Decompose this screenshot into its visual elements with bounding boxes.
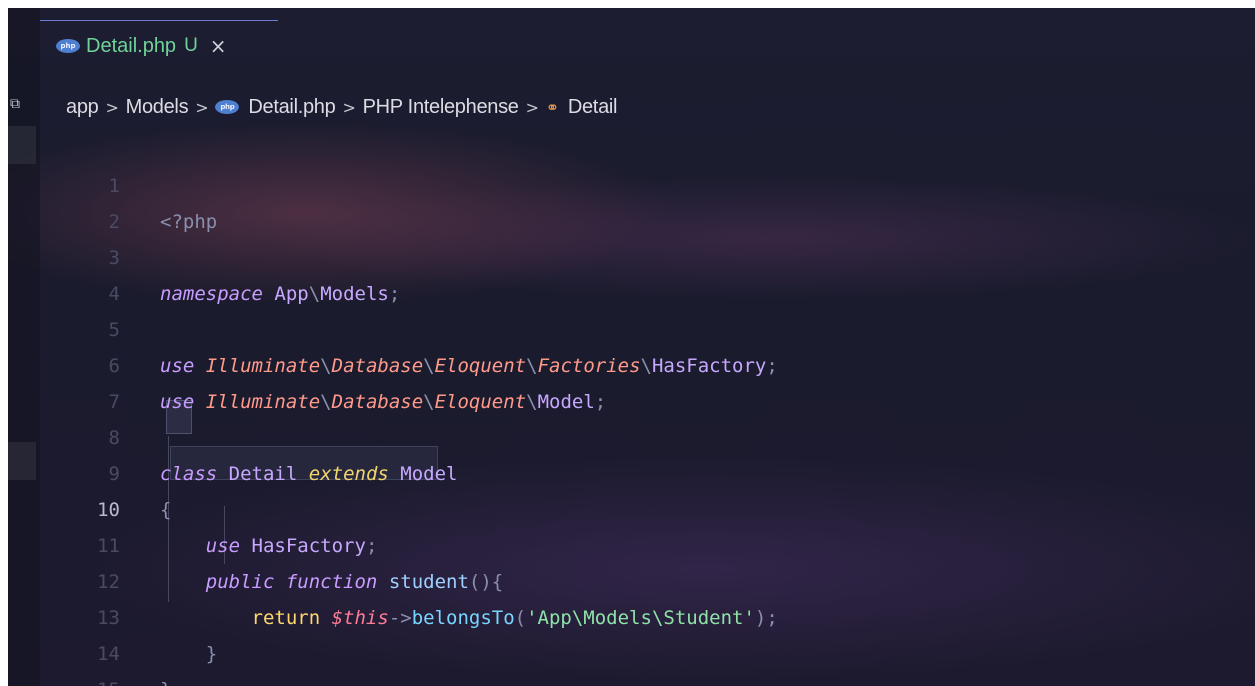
breadcrumb-item-app[interactable]: app	[66, 96, 99, 119]
close-icon[interactable]: ×	[210, 34, 227, 58]
editor-window: ⧉ php Detail.php U × app > Models > php …	[8, 8, 1255, 686]
code-line: 9 {	[40, 420, 1240, 521]
code-line-active: 10 use HasFactory;	[40, 456, 1240, 557]
tab-bar: php Detail.php U ×	[40, 8, 1255, 72]
code-line: 3 namespace App\Models;	[40, 204, 1240, 305]
tab-label: Detail.php	[86, 34, 177, 57]
code-line: 5 use Illuminate\Database\Eloquent\Facto…	[40, 276, 1240, 377]
code-line: 11 public function student(){	[40, 492, 1240, 593]
breadcrumb-item-file[interactable]: Detail.php	[248, 96, 335, 119]
code-line: 7	[40, 348, 1240, 413]
code-line: 2	[40, 168, 1240, 233]
code-line: 1 <?php	[40, 132, 1240, 233]
breadcrumb: app > Models > php Detail.php > PHP Inte…	[66, 92, 617, 122]
code-line: 12 return $this->belongsTo('App\Models\S…	[40, 528, 1240, 629]
php-file-icon: php	[215, 100, 240, 114]
sidebar-selection	[8, 126, 36, 164]
breadcrumb-item-class[interactable]: Detail	[568, 96, 618, 119]
chevron-right-icon: >	[195, 97, 209, 117]
untracked-badge: U	[184, 35, 198, 56]
class-symbol-icon: ⚭	[545, 97, 559, 117]
code-line: 14 }	[40, 600, 1240, 686]
copy-icon[interactable]: ⧉	[10, 96, 26, 112]
code-line: 13 }	[40, 564, 1240, 665]
breadcrumb-item-intelephense[interactable]: PHP Intelephense	[363, 96, 519, 119]
code-line: 8 class Detail extends Model	[40, 384, 1240, 485]
php-file-icon: php	[56, 39, 80, 53]
chevron-right-icon: >	[342, 97, 356, 117]
code-line: 6 use Illuminate\Database\Eloquent\Model…	[40, 312, 1240, 413]
code-line: 4	[40, 240, 1240, 305]
sidebar-selection	[8, 442, 36, 480]
breadcrumb-item-models[interactable]: Models	[126, 96, 189, 119]
chevron-right-icon: >	[525, 97, 539, 117]
activity-strip: ⧉	[8, 8, 40, 686]
tab-detail-php[interactable]: php Detail.php U ×	[40, 20, 278, 71]
chevron-right-icon: >	[105, 97, 119, 117]
code-line: 15	[40, 636, 1240, 686]
code-editor[interactable]: 1 <?php 2 3 namespace App\Models; 4 5 us…	[40, 126, 1255, 686]
line-number: 15	[40, 672, 120, 686]
brace: }	[160, 679, 171, 686]
